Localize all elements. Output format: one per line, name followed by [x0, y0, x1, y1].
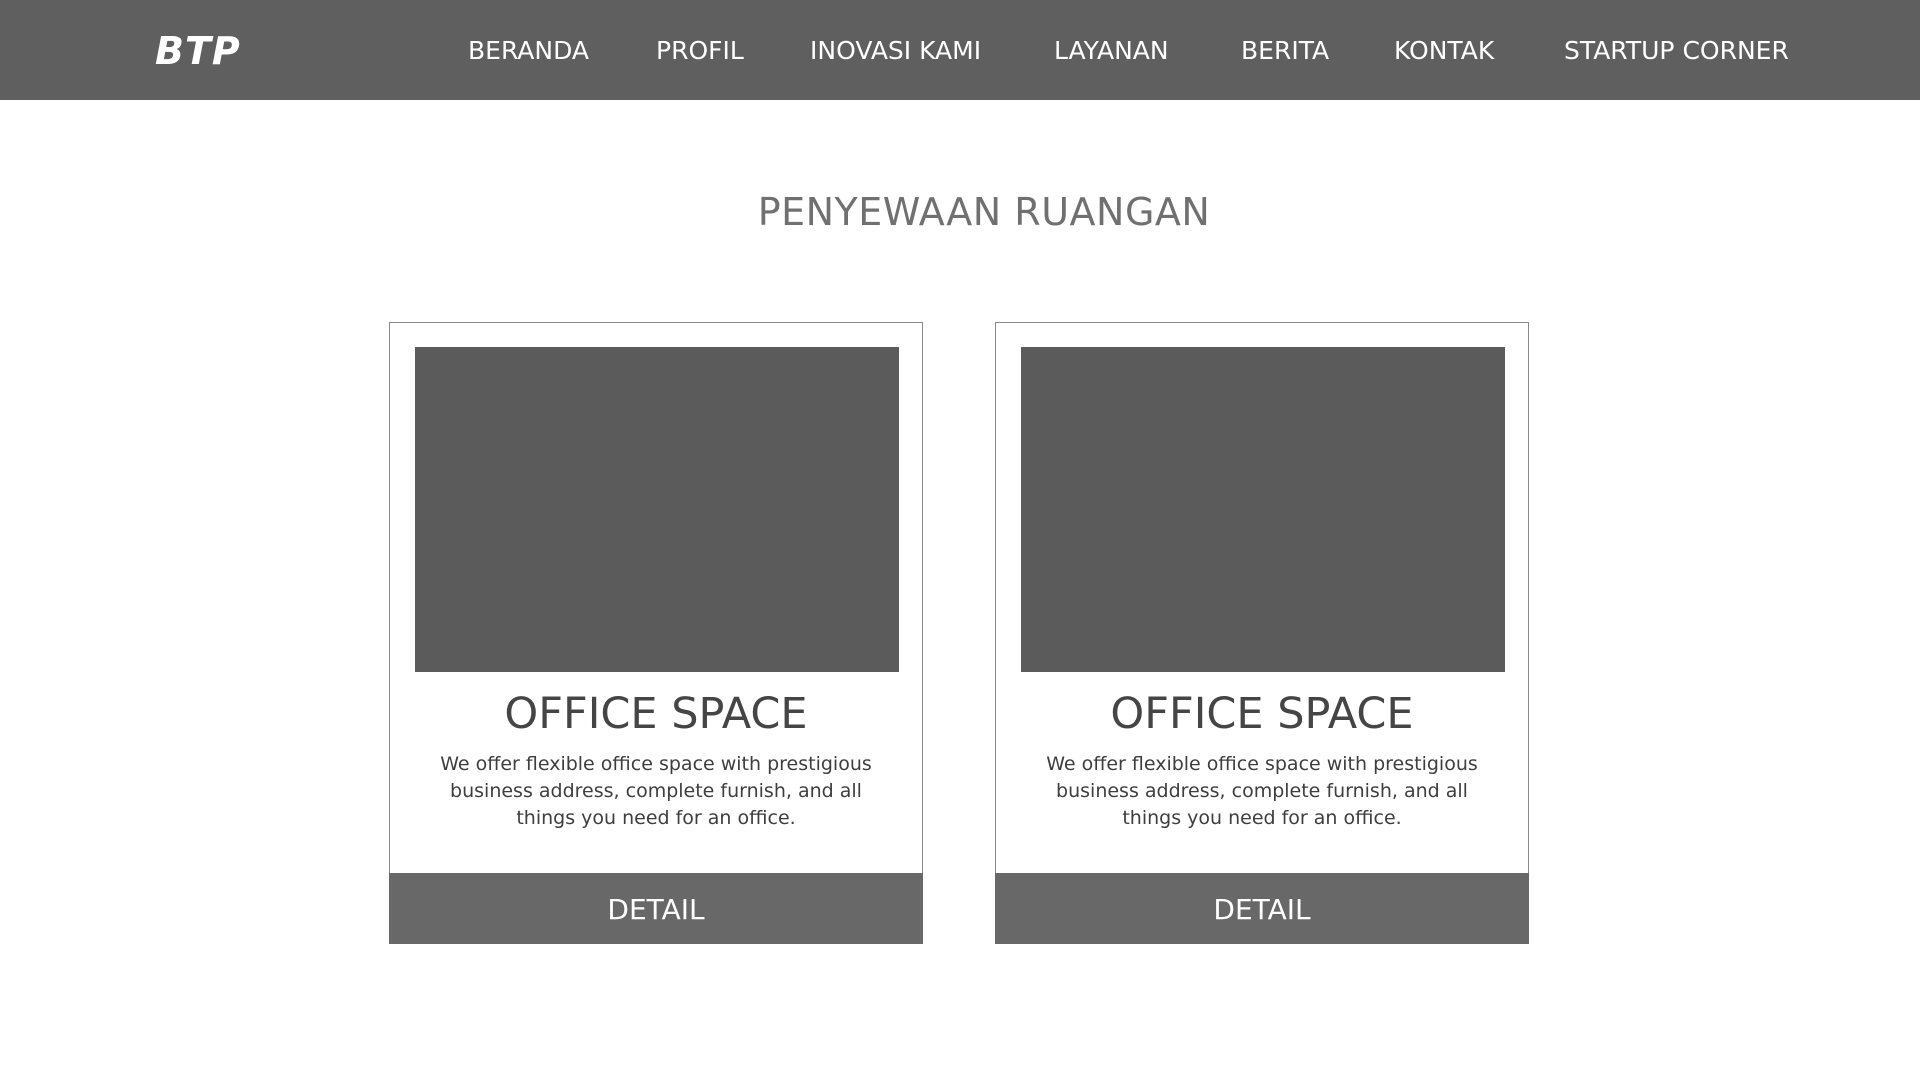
logo[interactable]: BTP [155, 0, 241, 100]
page-title: PENYEWAAN RUANGAN [757, 190, 1211, 234]
card-image-placeholder [415, 347, 899, 672]
card-image-placeholder [1021, 347, 1505, 672]
top-navbar: BTP BERANDA PROFIL INOVASI KAMI LAYANAN … [0, 0, 1920, 100]
card-title: OFFICE SPACE [504, 689, 808, 739]
detail-button[interactable]: DETAIL [995, 873, 1529, 944]
nav-item-startup-corner[interactable]: STARTUP CORNER [1564, 0, 1789, 100]
card-title: OFFICE SPACE [1110, 689, 1414, 739]
nav-item-berita[interactable]: BERITA [1241, 0, 1329, 100]
detail-button[interactable]: DETAIL [389, 873, 923, 944]
room-card: OFFICE SPACE We offer flexible office sp… [389, 322, 923, 944]
nav-item-inovasi-kami[interactable]: INOVASI KAMI [810, 0, 981, 100]
nav-item-layanan[interactable]: LAYANAN [1054, 0, 1169, 100]
nav-item-beranda[interactable]: BERANDA [468, 0, 589, 100]
card-description: We offer flexible office space with pres… [1046, 753, 1478, 829]
nav-item-profil[interactable]: PROFIL [656, 0, 744, 100]
card-description: We offer flexible office space with pres… [440, 753, 872, 829]
nav-item-kontak[interactable]: KONTAK [1394, 0, 1494, 100]
room-card: OFFICE SPACE We offer flexible office sp… [995, 322, 1529, 944]
